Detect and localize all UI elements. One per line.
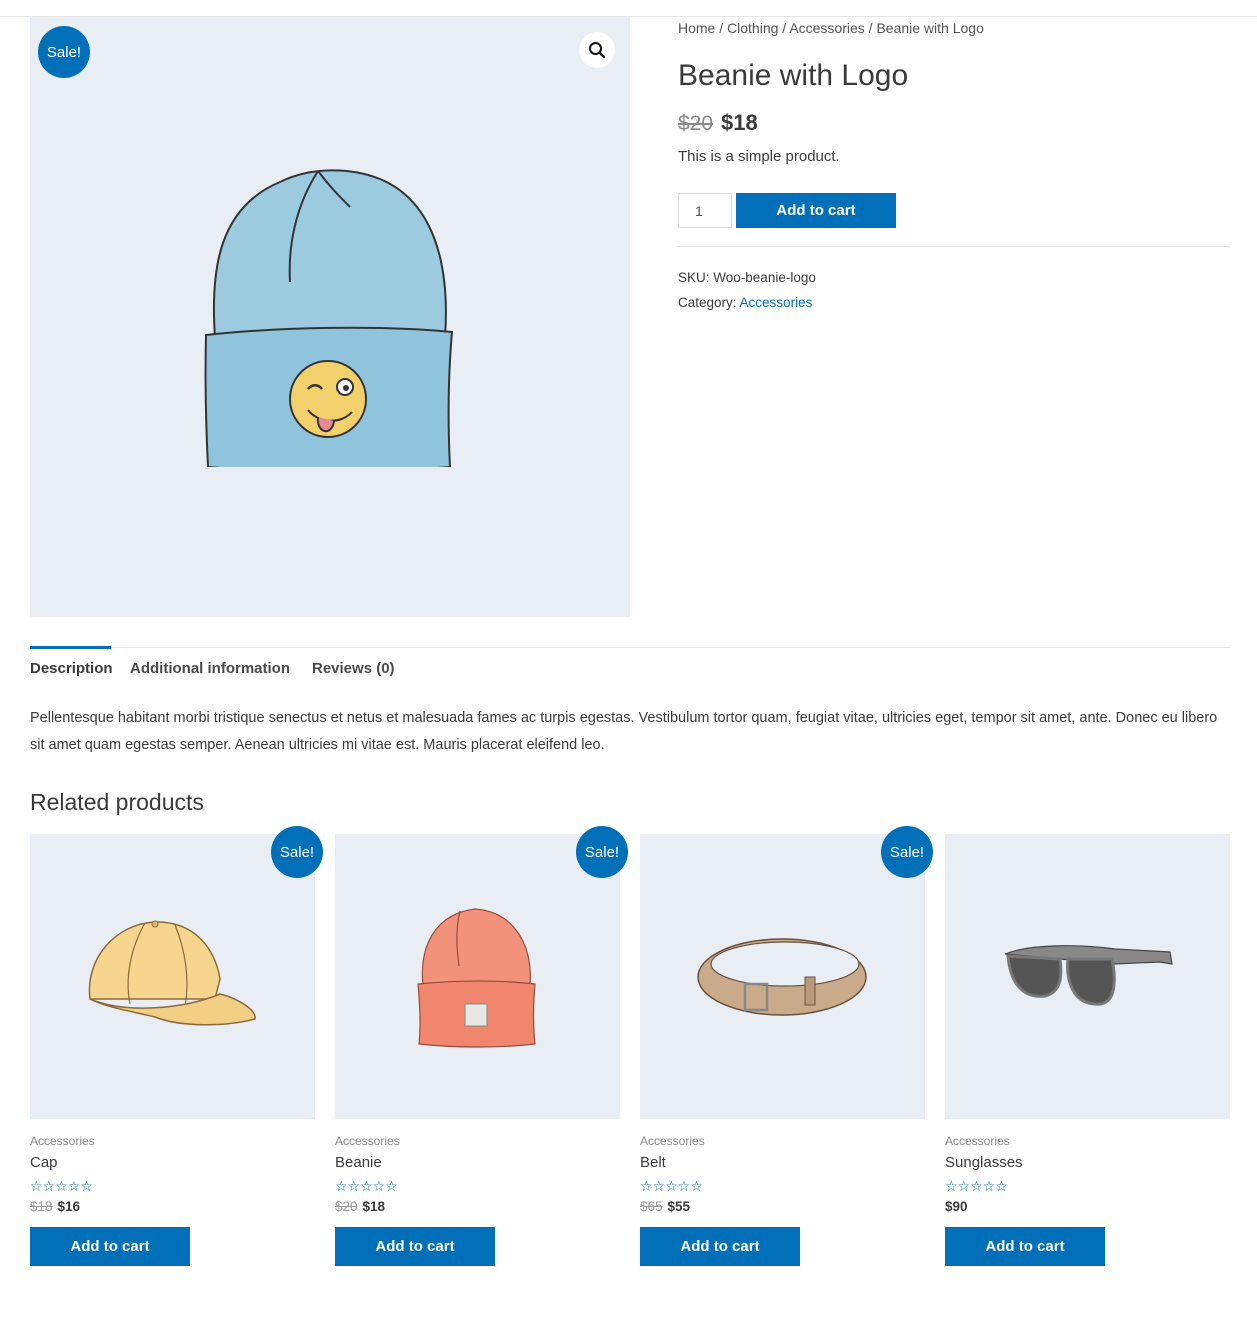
tab-additional-information[interactable]: Additional information [130,660,290,677]
breadcrumb-separator: / [782,20,787,36]
beanie-with-logo-image [204,169,454,467]
add-to-cart-button[interactable]: Add to cart [945,1227,1105,1266]
product-image-sunglasses[interactable] [945,834,1230,1119]
product-card-sunglasses: Accessories Sunglasses ☆☆☆☆☆ $90 Add to … [945,834,1230,1266]
product-price: $65 $55 [640,1199,925,1214]
breadcrumb-separator: / [868,20,873,36]
product-category: Accessories [335,1134,400,1148]
sale-badge: Sale! [38,26,90,78]
product-price: $18 $16 [30,1199,315,1214]
belt-image [697,938,867,1016]
product-card-cap: Sale! Accessories Cap ☆☆☆☆☆ $18 $16 Add … [30,826,323,1266]
old-price: $65 [640,1199,663,1214]
old-price: $20 [678,112,714,135]
product-name[interactable]: Sunglasses [945,1154,1230,1171]
beanie-image [417,908,536,1048]
sale-price: $18 [362,1199,386,1214]
star-outline-icon: ☆☆☆☆☆ [30,1178,93,1194]
category-label: Category: [678,295,737,310]
add-to-cart-button[interactable]: Add to cart [335,1227,495,1266]
product-summary: Home / Clothing / Accessories / Beanie w… [678,20,1230,315]
related-products-title: Related products [30,789,204,815]
summary-divider [678,246,1230,247]
sale-price: $55 [667,1199,691,1214]
product-image-cap[interactable]: Sale! [30,826,323,1119]
category-row: Category: Accessories [678,290,1230,315]
zoom-button[interactable] [579,32,615,68]
add-to-cart-button[interactable]: Add to cart [736,193,896,228]
breadcrumb-separator: / [719,20,724,36]
product-category: Accessories [945,1134,1010,1148]
active-tab-indicator [30,646,111,649]
sunglasses-image [1004,945,1173,1006]
product-card-beanie: Sale! Accessories Beanie ☆☆☆☆☆ $20 $18 A… [335,826,628,1266]
product-name[interactable]: Beanie [335,1154,620,1171]
product-category: Accessories [30,1134,95,1148]
product-image-belt[interactable]: Sale! [640,826,933,1119]
short-description: This is a simple product. [678,148,840,165]
product-name[interactable]: Belt [640,1154,925,1171]
product-price: $20 $18 [678,110,1230,142]
cap-image [88,920,256,1026]
product-price: $20 $18 [335,1199,620,1214]
star-rating: ☆☆☆☆☆ [335,1178,620,1194]
product-image-beanie[interactable]: Sale! [335,826,628,1119]
product-price: $90 [945,1199,1230,1214]
description-text: Pellentesque habitant morbi tristique se… [30,710,1218,753]
star-rating: ☆☆☆☆☆ [30,1178,315,1194]
sale-badge: Sale! [576,826,628,878]
add-to-cart-button[interactable]: Add to cart [640,1227,800,1266]
tab-description[interactable]: Description [30,660,113,677]
product-card-belt: Sale! Accessories Belt ☆☆☆☆☆ $65 $55 Add… [640,826,933,1266]
tab-reviews[interactable]: Reviews (0) [312,660,395,677]
product-category: Accessories [640,1134,705,1148]
sale-price: $16 [57,1199,81,1214]
product-name[interactable]: Cap [30,1154,315,1171]
product-gallery-image[interactable]: Sale! [30,17,630,617]
star-outline-icon: ☆☆☆☆☆ [640,1178,703,1194]
old-price: $20 [335,1199,358,1214]
sku-label: SKU: [678,270,710,285]
product-meta: SKU: Woo-beanie-logo Category: Accessori… [678,265,1230,315]
old-price: $18 [30,1199,53,1214]
star-outline-icon: ☆☆☆☆☆ [945,1178,1008,1194]
sku-value: Woo-beanie-logo [713,270,816,285]
breadcrumb-home[interactable]: Home [678,20,715,36]
star-rating: ☆☆☆☆☆ [640,1178,925,1194]
sale-badge: Sale! [881,826,933,878]
product-tabs: Description Additional information Revie… [30,646,1230,689]
add-to-cart-button[interactable]: Add to cart [30,1227,190,1266]
sale-badge: Sale! [271,826,323,878]
star-rating: ☆☆☆☆☆ [945,1178,1230,1194]
star-outline-icon: ☆☆☆☆☆ [335,1178,398,1194]
sku-row: SKU: Woo-beanie-logo [678,265,1230,290]
category-link[interactable]: Accessories [740,295,813,310]
breadcrumb: Home / Clothing / Accessories / Beanie w… [678,20,1230,40]
product-title: Beanie with Logo [678,59,909,92]
price: $90 [945,1199,968,1214]
breadcrumb-current: Beanie with Logo [876,20,984,36]
breadcrumb-accessories[interactable]: Accessories [789,20,864,36]
quantity-input[interactable] [678,193,732,228]
sale-price: $18 [721,110,758,135]
search-icon [589,42,606,59]
breadcrumb-clothing[interactable]: Clothing [727,20,778,36]
add-to-cart-form: Add to cart [678,193,1230,228]
